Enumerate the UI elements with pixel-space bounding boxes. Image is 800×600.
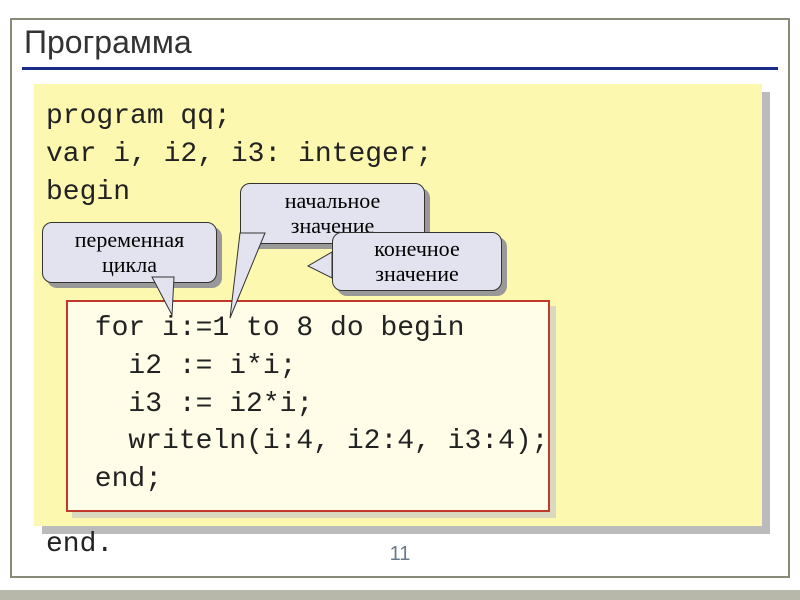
for-loop-box: for i:=1 to 8 do begin i2 := i*i; i3 := … — [66, 300, 556, 518]
slide-title: Программа — [12, 20, 788, 67]
for-line-3: i3 := i2*i; — [78, 386, 538, 424]
callout-loop-variable-label: переменная цикла — [51, 228, 208, 276]
callout-initial-value-label: начальное значение — [249, 189, 416, 237]
for-line-4: writeln(i:4, i2:4, i3:4); — [78, 423, 538, 461]
callout-tail-icon — [314, 252, 344, 282]
code-line-2: var i, i2, i3: integer; — [46, 136, 750, 174]
callout-tail-icon — [152, 277, 192, 317]
title-divider — [22, 67, 778, 70]
for-line-2: i2 := i*i; — [78, 348, 538, 386]
page-number: 11 — [12, 543, 788, 566]
callout-tail-icon — [230, 233, 280, 323]
callout-final-value: конечное значение — [332, 232, 507, 296]
bottom-border — [0, 590, 800, 600]
code-line-1: program qq; — [46, 98, 750, 136]
callout-loop-variable: переменная цикла — [42, 222, 222, 288]
for-line-1: for i:=1 to 8 do begin — [78, 310, 538, 348]
code-panel: program qq; var i, i2, i3: integer; begi… — [34, 84, 770, 534]
for-line-5: end; — [78, 461, 538, 499]
callout-final-value-label: конечное значение — [341, 237, 493, 285]
